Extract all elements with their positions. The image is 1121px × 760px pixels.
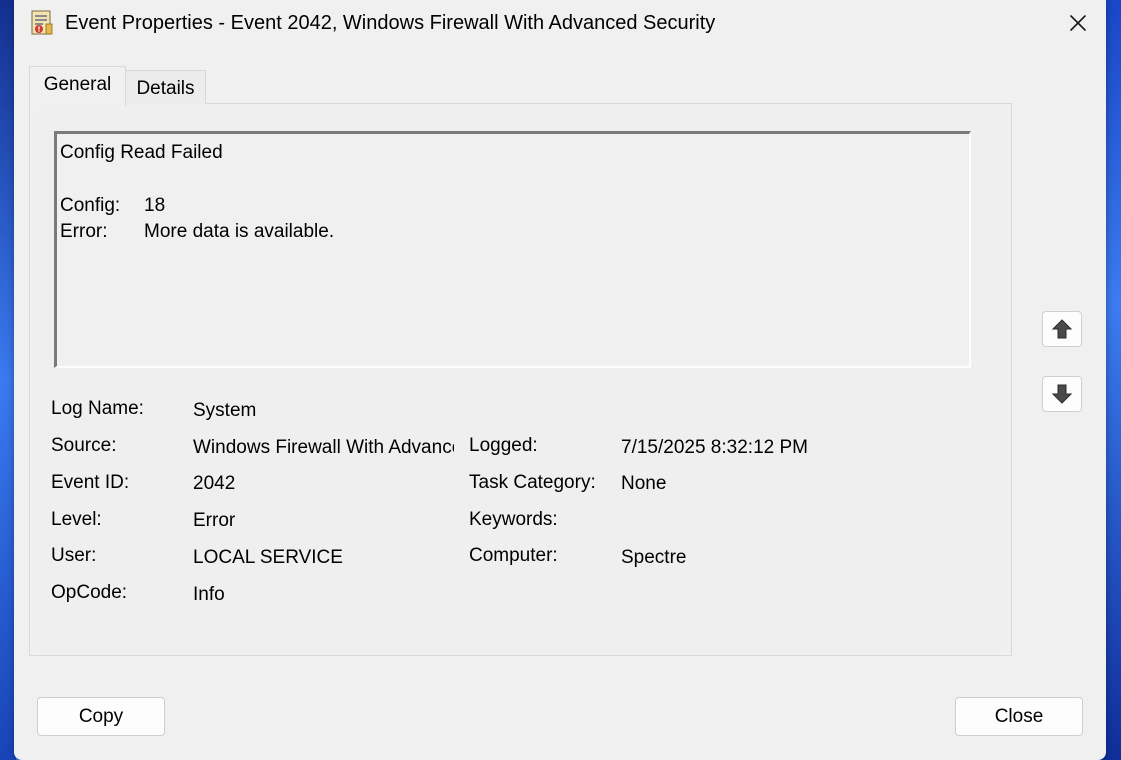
- description-config-value: 18: [144, 195, 165, 217]
- logged-value[interactable]: 7/15/2025 8:32:12 PM: [621, 437, 808, 459]
- log-name-label: Log Name:: [51, 398, 144, 420]
- task-category-value[interactable]: None: [621, 473, 666, 495]
- close-button-label: Close: [995, 706, 1044, 728]
- logged-label: Logged:: [469, 435, 538, 457]
- window-title: Event Properties - Event 2042, Windows F…: [65, 12, 715, 35]
- copy-button[interactable]: Copy: [37, 697, 165, 736]
- close-icon: [1069, 14, 1087, 32]
- description-error-label: Error:: [60, 221, 108, 243]
- tab-details[interactable]: Details: [125, 70, 206, 104]
- copy-button-label: Copy: [79, 706, 123, 728]
- description-error-value: More data is available.: [144, 221, 334, 243]
- tab-general[interactable]: General: [29, 66, 126, 106]
- opcode-label: OpCode:: [51, 582, 127, 604]
- user-label: User:: [51, 545, 96, 567]
- arrow-up-icon: [1051, 318, 1073, 340]
- source-label: Source:: [51, 435, 116, 457]
- arrow-down-icon: [1051, 383, 1073, 405]
- next-event-button[interactable]: [1042, 376, 1082, 412]
- event-description-box[interactable]: Config Read Failed Config: 18 Error: Mor…: [54, 131, 971, 368]
- description-title: Config Read Failed: [60, 142, 223, 164]
- opcode-value[interactable]: Info: [193, 584, 225, 606]
- event-viewer-app-icon: [30, 10, 54, 36]
- level-value[interactable]: Error: [193, 510, 235, 532]
- task-category-label: Task Category:: [469, 472, 596, 494]
- event-id-label: Event ID:: [51, 472, 129, 494]
- title-bar: Event Properties - Event 2042, Windows F…: [14, 0, 1106, 46]
- description-config-label: Config:: [60, 195, 120, 217]
- event-id-value[interactable]: 2042: [193, 473, 235, 495]
- previous-event-button[interactable]: [1042, 311, 1082, 347]
- tab-details-label: Details: [136, 78, 194, 100]
- close-button[interactable]: Close: [955, 697, 1083, 736]
- computer-label: Computer:: [469, 545, 558, 567]
- level-label: Level:: [51, 509, 102, 531]
- computer-value[interactable]: Spectre: [621, 547, 686, 569]
- keywords-label: Keywords:: [469, 509, 558, 531]
- close-window-button[interactable]: [1058, 6, 1098, 40]
- tab-general-label: General: [44, 74, 112, 96]
- source-value[interactable]: Windows Firewall With Advanced Security: [193, 437, 454, 459]
- user-value[interactable]: LOCAL SERVICE: [193, 547, 343, 569]
- log-name-value[interactable]: System: [193, 400, 256, 422]
- event-properties-dialog: Event Properties - Event 2042, Windows F…: [14, 0, 1106, 760]
